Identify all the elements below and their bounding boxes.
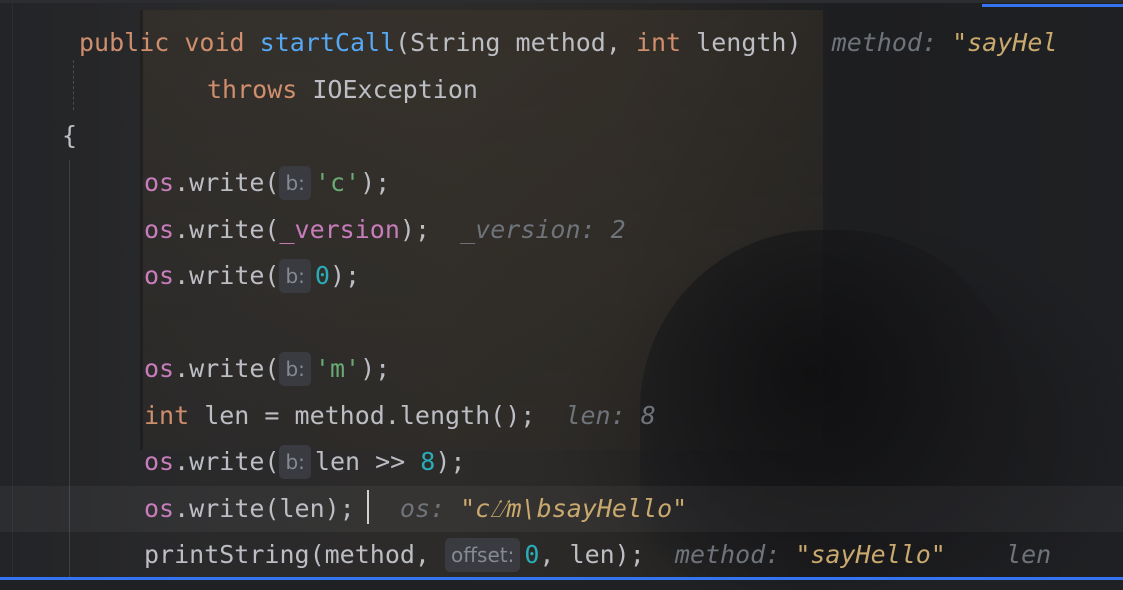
keyword: void [184, 28, 245, 57]
parameter-hint: offset: [445, 538, 521, 572]
code-text: ); [360, 354, 391, 383]
code-text: IOException [297, 75, 478, 104]
inline-debug-value: len: 8 [565, 401, 656, 430]
code-text: .write( [174, 261, 280, 290]
code-line-8[interactable]: os.write(b:'m'); [0, 346, 390, 392]
field-ref: os [144, 215, 175, 244]
field-ref: os [144, 354, 175, 383]
char-literal: 'm' [314, 354, 361, 383]
code-line-3[interactable]: { [0, 113, 77, 159]
inline-debug-value: method: "sayHel [831, 28, 1058, 57]
code-text: printString(method, [144, 540, 446, 569]
method-name: startCall [259, 28, 396, 57]
code-line-1[interactable]: public void startCall(String method, int… [0, 20, 1057, 66]
keyword: int [635, 28, 682, 57]
code-line-6[interactable]: os.write(b: 0); [0, 253, 360, 299]
inline-debug-value: method: "sayHello" len [674, 540, 1052, 569]
brace: { [62, 121, 78, 150]
code-text: len >> [314, 447, 421, 476]
editor-top-border [0, 0, 1123, 3]
active-tab-indicator [982, 4, 1123, 7]
parameter-hint: b: [279, 352, 311, 386]
code-line-12[interactable]: printString(method, offset: 0, len); meth… [0, 532, 1051, 578]
keyword: throws [207, 75, 298, 104]
code-text: .write( [174, 354, 280, 383]
code-text: .write( [174, 447, 280, 476]
code-line-5[interactable]: os.write(_version); _version: 2 [0, 207, 626, 253]
code-text: .write( [174, 168, 280, 197]
field-ref: os [144, 168, 175, 197]
code-text: ); [435, 447, 466, 476]
inline-debug-value: os: "c⌰m\bsayHello" [399, 494, 688, 523]
code-text: length) [681, 28, 802, 57]
number-literal: 8 [420, 447, 436, 476]
code-text: ); [329, 261, 361, 290]
code-text: ); [399, 215, 430, 244]
code-text: (String method, [395, 28, 636, 57]
code-text: .write(len); [174, 494, 355, 523]
code-text: .write( [174, 215, 280, 244]
text-caret [367, 490, 369, 524]
parameter-hint: b: [279, 166, 311, 200]
parameter-hint: b: [279, 445, 311, 479]
field-ref: os [144, 261, 175, 290]
keyword: public [79, 28, 170, 57]
code-line-4[interactable]: os.write(b:'c'); [0, 160, 390, 206]
code-line-10[interactable]: os.write(b: len >> 8); [0, 439, 465, 485]
number-literal: 0 [314, 261, 330, 290]
code-line-9[interactable]: int len = method.length(); len: 8 [0, 393, 656, 439]
code-line-2[interactable]: throws IOException [0, 67, 478, 113]
field-ref: _version [279, 215, 400, 244]
field-ref: os [144, 494, 175, 523]
char-literal: 'c' [314, 168, 361, 197]
keyword: int [144, 401, 190, 430]
field-ref: os [144, 447, 175, 476]
inline-debug-value: _version: 2 [460, 215, 626, 244]
code-text: len = method.length(); [189, 401, 536, 430]
parameter-hint: b: [279, 259, 311, 293]
code-text: ); [360, 168, 391, 197]
number-literal: 0 [524, 540, 540, 569]
code-text: , len); [539, 540, 645, 569]
code-line-11-current[interactable]: os.write(len); os: "c⌰m\bsayHello" [0, 486, 1123, 532]
